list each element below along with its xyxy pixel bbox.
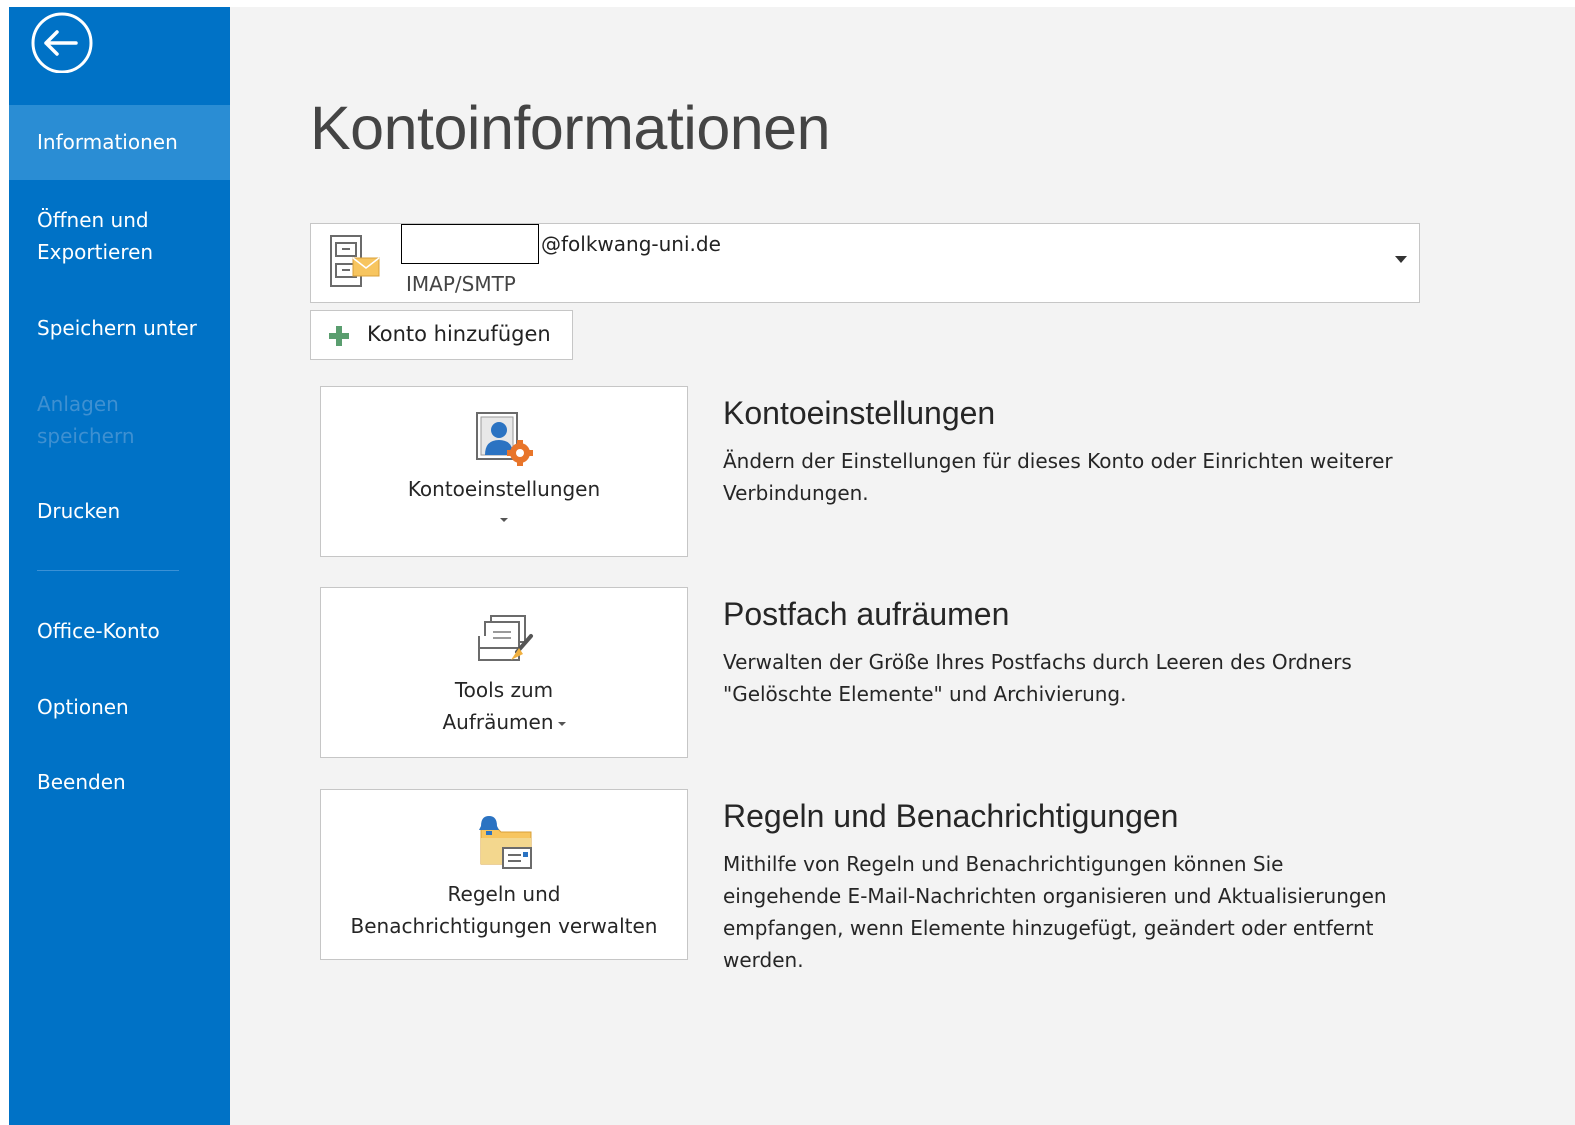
section-description: Ändern der Einstellungen für dieses Kont… bbox=[723, 449, 1393, 505]
section-heading: Regeln und Benachrichtigungen bbox=[723, 798, 1179, 834]
nav-label: Office-Konto bbox=[37, 619, 160, 643]
nav-informationen[interactable]: Informationen bbox=[9, 105, 230, 180]
tile-label-line1: Regeln und bbox=[447, 882, 561, 906]
nav-label: Drucken bbox=[37, 499, 121, 523]
nav-office-konto[interactable]: Office-Konto bbox=[9, 615, 230, 647]
account-settings-tile[interactable]: Kontoeinstellungen bbox=[320, 386, 688, 557]
tile-label-line1: Tools zum bbox=[454, 678, 554, 702]
cleanup-tools-tile[interactable]: Tools zum Aufräumen bbox=[320, 587, 688, 758]
account-mail-icon bbox=[327, 234, 383, 290]
dropdown-caret-icon bbox=[557, 721, 566, 726]
back-button[interactable] bbox=[30, 10, 93, 74]
account-email: @folkwang-uni.de bbox=[541, 232, 721, 256]
section-description: Verwalten der Größe Ihres Postfachs durc… bbox=[723, 650, 1352, 706]
nav-label: Anlagen speichern bbox=[37, 392, 135, 448]
tile-label-line2: Benachrichtigungen verwalten bbox=[350, 914, 658, 938]
add-account-label: Konto hinzufügen bbox=[367, 322, 551, 346]
nav-label: Speichern unter bbox=[37, 316, 197, 340]
dropdown-caret-icon bbox=[500, 518, 508, 522]
tile-label-line2-row: Aufräumen bbox=[321, 706, 687, 738]
nav-label: Optionen bbox=[37, 695, 129, 719]
tile-label-line2: Aufräumen bbox=[442, 710, 554, 734]
account-type: IMAP/SMTP bbox=[406, 272, 516, 296]
nav-oeffnen-exportieren[interactable]: Öffnen und Exportieren bbox=[9, 204, 230, 268]
chevron-down-icon[interactable] bbox=[1395, 256, 1407, 263]
nav-label: Öffnen und Exportieren bbox=[37, 208, 154, 264]
section-description: Mithilfe von Regeln und Benachrichtigung… bbox=[723, 852, 1387, 972]
nav-label: Beenden bbox=[37, 770, 126, 794]
tile-label: Kontoeinstellungen bbox=[407, 477, 601, 501]
rules-alerts-tile[interactable]: Regeln und Benachrichtigungen verwalten bbox=[320, 789, 688, 960]
backstage-view: Informationen Öffnen und Exportieren Spe… bbox=[0, 0, 1575, 1125]
cleanup-tools-icon bbox=[478, 615, 533, 661]
nav-beenden[interactable]: Beenden bbox=[9, 766, 230, 798]
nav-speichern-unter[interactable]: Speichern unter bbox=[9, 312, 230, 344]
page-title: Kontoinformationen bbox=[310, 94, 831, 162]
account-settings-icon bbox=[476, 412, 533, 466]
section-heading: Kontoeinstellungen bbox=[723, 395, 996, 431]
nav-separator bbox=[37, 570, 179, 571]
redacted-username bbox=[401, 224, 539, 264]
add-account-button[interactable]: Konto hinzufügen bbox=[310, 310, 573, 360]
nav-label: Informationen bbox=[37, 130, 178, 154]
back-arrow-icon bbox=[31, 12, 93, 74]
rules-alerts-icon bbox=[479, 816, 532, 869]
nav-anlagen-speichern: Anlagen speichern bbox=[9, 388, 169, 452]
backstage-sidebar: Informationen Öffnen und Exportieren Spe… bbox=[9, 7, 230, 1125]
main-content: Kontoinformationen @folkwang-uni.de IMAP… bbox=[230, 7, 1575, 1125]
nav-drucken[interactable]: Drucken bbox=[9, 495, 230, 527]
section-heading: Postfach aufräumen bbox=[723, 596, 1010, 632]
nav-optionen[interactable]: Optionen bbox=[9, 691, 230, 723]
account-selector[interactable]: @folkwang-uni.de IMAP/SMTP bbox=[310, 223, 1420, 303]
plus-icon bbox=[329, 326, 349, 346]
